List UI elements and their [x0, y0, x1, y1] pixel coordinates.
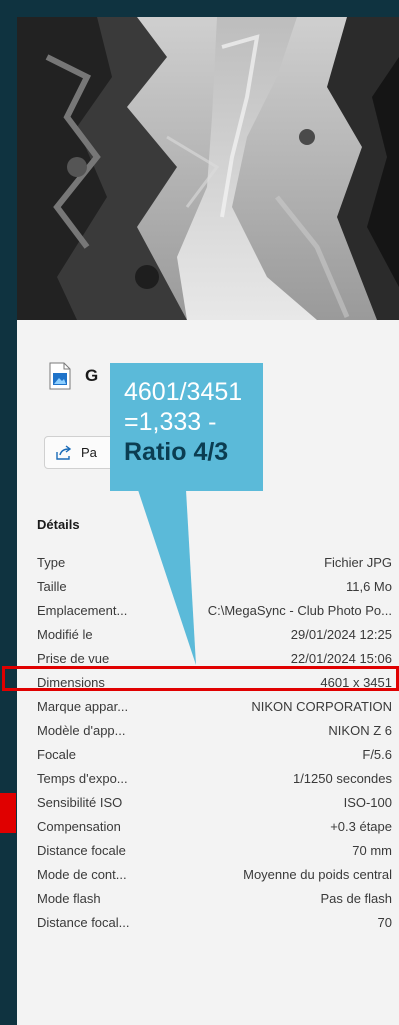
file-name: G: [85, 366, 99, 385]
row-value: 70: [377, 915, 392, 930]
row-key: Modèle d'app...: [37, 723, 126, 738]
image-preview[interactable]: [17, 17, 399, 320]
row-key: Compensation: [37, 819, 121, 834]
callout-line-1: 4601/3451: [124, 378, 243, 406]
row-key: Marque appar...: [37, 699, 129, 714]
row-value: 29/01/2024 12:25: [290, 627, 392, 642]
details-row: Distance focal... 70: [37, 911, 392, 935]
row-value: Fichier JPG: [324, 555, 392, 570]
row-value: +0.3 étape: [330, 819, 392, 834]
callout-line-2: =1,333 -: [124, 408, 217, 436]
row-key: Distance focal...: [37, 915, 130, 930]
share-label: Pa: [81, 445, 97, 460]
details-row-dimensions: Dimensions 4601 x 3451: [37, 671, 392, 695]
share-icon: [56, 444, 72, 460]
details-row: Sensibilité ISO ISO-100: [37, 791, 392, 815]
details-row: Focale F/5.6: [37, 743, 392, 767]
row-key: Type: [37, 555, 66, 570]
details-row: Marque appar... NIKON CORPORATION: [37, 695, 392, 719]
row-key: Distance focale: [37, 843, 126, 858]
row-key: Temps d'expo...: [37, 771, 128, 786]
details-heading: Détails: [37, 517, 80, 532]
details-row: Distance focale 70 mm: [37, 839, 392, 863]
row-key: Focale: [37, 747, 77, 762]
row-value: ISO-100: [343, 795, 392, 810]
callout-text: 4601/3451 =1,333 - Ratio 4/3: [124, 377, 264, 467]
row-value: Pas de flash: [320, 891, 392, 906]
details-row: Modèle d'app... NIKON Z 6: [37, 719, 392, 743]
callout-line-3: Ratio 4/3: [124, 438, 229, 466]
row-key: Dimensions: [37, 675, 105, 690]
row-value: 70 mm: [352, 843, 392, 858]
details-row: Temps d'expo... 1/1250 secondes: [37, 767, 392, 791]
red-marker: [0, 793, 16, 833]
details-row: Mode flash Pas de flash: [37, 887, 392, 911]
row-key: Mode de cont...: [37, 867, 127, 882]
row-value: 1/1250 secondes: [292, 771, 392, 786]
image-file-icon: [49, 362, 71, 390]
row-key: Taille: [37, 579, 67, 594]
row-key: Sensibilité ISO: [37, 795, 123, 810]
row-key: Prise de vue: [37, 651, 110, 666]
mountain-photo: [17, 17, 399, 320]
row-value: NIKON CORPORATION: [251, 699, 392, 714]
row-key: Mode flash: [37, 891, 101, 906]
callout-pointer: [138, 490, 196, 665]
row-value: NIKON Z 6: [328, 723, 392, 738]
details-row: Mode de cont... Moyenne du poids central: [37, 863, 392, 887]
row-value: 22/01/2024 15:06: [290, 651, 392, 666]
details-row: Compensation +0.3 étape: [37, 815, 392, 839]
row-value: 11,6 Mo: [345, 579, 392, 594]
row-value: Moyenne du poids central: [243, 867, 392, 882]
file-header: G: [49, 360, 98, 392]
row-value: 4601 x 3451: [320, 675, 392, 690]
row-value: F/5.6: [362, 747, 392, 762]
row-key: Modifié le: [37, 627, 93, 642]
